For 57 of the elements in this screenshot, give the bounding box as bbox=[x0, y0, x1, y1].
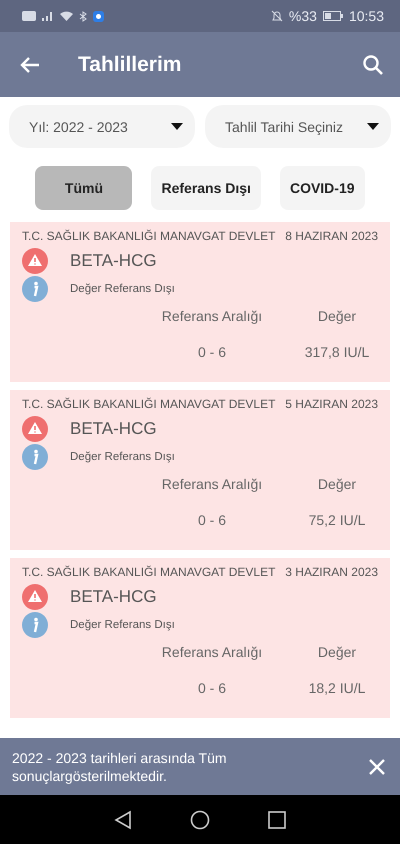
result-value: 75,2 IU/L bbox=[308, 512, 366, 528]
bluetooth-icon bbox=[79, 10, 87, 22]
reference-range: 0 - 6 bbox=[196, 512, 227, 528]
filter-tab[interactable]: Tümü bbox=[35, 166, 132, 210]
test-name: BETA-HCG bbox=[70, 587, 157, 607]
warning-icon bbox=[22, 248, 48, 274]
wifi-icon bbox=[60, 11, 73, 21]
home-nav-button[interactable] bbox=[190, 810, 210, 830]
snackbar-message: 2022 - 2023 tarihleri arasında Tüm sonuçlargösterilmektedir. bbox=[12, 748, 228, 784]
info-icon bbox=[22, 612, 48, 638]
shield-icon bbox=[93, 10, 104, 22]
status-note: Değer Referans Dışı bbox=[70, 619, 175, 631]
column-label: Değer bbox=[316, 476, 358, 492]
page-title: Tahlillerim bbox=[78, 52, 182, 76]
info-icon bbox=[22, 276, 48, 302]
result-date: 8 HAZIRAN 2023 bbox=[285, 229, 378, 243]
hospital-name: T.C. SAĞLIK BAKANLIĞI MANAVGAT DEVLET bbox=[22, 229, 276, 243]
status-note: Değer Referans Dışı bbox=[70, 451, 175, 463]
result-card[interactable]: T.C. SAĞLIK BAKANLIĞI MANAVGAT DEVLET 5 HAZIRAN 2023 BETA-HCG Değer Referans Dışı Referans Aralığı Değer 0 - 6 75,2 IU/L bbox=[10, 390, 390, 550]
test-name: BETA-HCG bbox=[70, 251, 157, 271]
back-button[interactable] bbox=[20, 56, 40, 74]
test-name: BETA-HCG bbox=[70, 419, 157, 439]
column-label: Değer bbox=[316, 644, 358, 660]
column-label: Referans Aralığı bbox=[160, 476, 264, 492]
signal-icon bbox=[42, 11, 54, 21]
caret-icon bbox=[367, 123, 379, 130]
back-nav-button[interactable] bbox=[114, 810, 132, 830]
warning-icon bbox=[22, 416, 48, 442]
search-button[interactable] bbox=[362, 54, 384, 76]
filter-tab[interactable]: Referans Dışı bbox=[151, 166, 261, 210]
column-label: Referans Aralığı bbox=[160, 644, 264, 660]
column-label: Değer bbox=[316, 308, 358, 324]
hospital-name: T.C. SAĞLIK BAKANLIĞI MANAVGAT DEVLET bbox=[22, 397, 276, 411]
result-card[interactable]: T.C. SAĞLIK BAKANLIĞI MANAVGAT DEVLET 3 HAZIRAN 2023 BETA-HCG Değer Referans Dışı Referans Aralığı Değer 0 - 6 18,2 IU/L bbox=[10, 558, 390, 718]
battery-icon bbox=[322, 11, 343, 21]
warning-icon bbox=[22, 584, 48, 610]
result-value: 317,8 IU/L bbox=[304, 344, 370, 360]
column-label: Referans Aralığı bbox=[160, 308, 264, 324]
dropdown-field[interactable]: Tahlil Tarihi Seçiniz bbox=[205, 105, 391, 148]
info-icon bbox=[22, 444, 48, 470]
clock-time: 10:53 bbox=[348, 8, 384, 24]
result-card[interactable]: T.C. SAĞLIK BAKANLIĞI MANAVGAT DEVLET 8 HAZIRAN 2023 BETA-HCG Değer Referans Dışı Referans Aralığı Değer 0 - 6 317,8 IU/L bbox=[10, 222, 390, 382]
status-note: Değer Referans Dışı bbox=[70, 283, 175, 295]
dropdown-field[interactable]: Yıl: 2022 - 2023 bbox=[9, 105, 195, 148]
close-button[interactable] bbox=[368, 758, 386, 776]
reference-range: 0 - 6 bbox=[196, 680, 227, 696]
result-date: 5 HAZIRAN 2023 bbox=[285, 397, 378, 411]
reference-range: 0 - 6 bbox=[196, 344, 227, 360]
result-value: 18,2 IU/L bbox=[308, 680, 366, 696]
hospital-name: T.C. SAĞLIK BAKANLIĞI MANAVGAT DEVLET bbox=[22, 565, 276, 579]
recents-nav-button[interactable] bbox=[268, 810, 286, 828]
bell-off-icon bbox=[270, 10, 283, 22]
filter-tab[interactable]: COVID-19 bbox=[280, 166, 365, 210]
battery-percent: %33 bbox=[288, 8, 317, 24]
result-date: 3 HAZIRAN 2023 bbox=[285, 565, 378, 579]
hd-icon bbox=[22, 11, 36, 21]
caret-icon bbox=[171, 123, 183, 130]
